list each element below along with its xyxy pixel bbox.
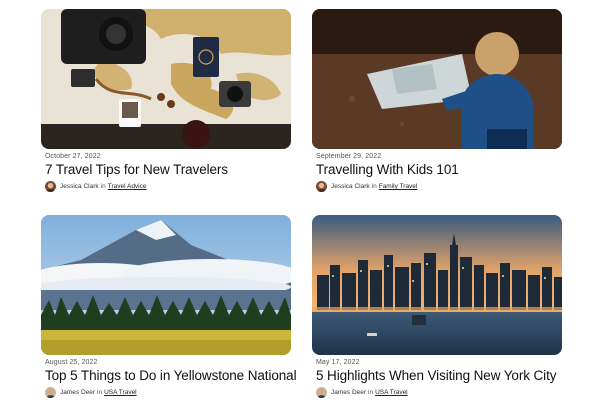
post-author: Jessica Clark bbox=[60, 183, 99, 190]
post-date: August 25, 2022 bbox=[45, 359, 98, 366]
post-meta: James Deer in USA Travel bbox=[316, 387, 562, 398]
post-card: August 25, 2022 Top 5 Things to Do in Ye… bbox=[41, 215, 297, 398]
post-in-text: in bbox=[100, 183, 106, 190]
post-card: October 27, 2022 7 Travel Tips for New T… bbox=[41, 9, 291, 192]
post-category-link[interactable]: Family Travel bbox=[379, 183, 418, 190]
post-card: September 29, 2022 Travelling With Kids … bbox=[312, 9, 562, 192]
avatar bbox=[45, 387, 56, 398]
post-title[interactable]: Travelling With Kids 101 bbox=[316, 162, 562, 177]
post-author: James Deer bbox=[331, 389, 367, 396]
post-title[interactable]: 7 Travel Tips for New Travelers bbox=[45, 162, 291, 177]
post-meta: Jessica Clark in Travel Advice bbox=[45, 181, 291, 192]
post-thumbnail-city-skyline[interactable] bbox=[312, 215, 562, 355]
post-author: Jessica Clark bbox=[331, 183, 370, 190]
post-date: September 29, 2022 bbox=[316, 153, 382, 160]
post-in-text: in bbox=[371, 183, 377, 190]
post-meta: James Deer in USA Travel bbox=[45, 387, 291, 398]
avatar bbox=[316, 181, 327, 192]
post-category-link[interactable]: USA Travel bbox=[104, 389, 137, 396]
post-meta: Jessica Clark in Family Travel bbox=[316, 181, 562, 192]
post-category-link[interactable]: Travel Advice bbox=[108, 183, 147, 190]
avatar bbox=[45, 181, 56, 192]
post-thumbnail-map-camera[interactable] bbox=[41, 9, 291, 149]
post-date: October 27, 2022 bbox=[45, 153, 101, 160]
post-thumbnail-mountain[interactable] bbox=[41, 215, 291, 355]
post-in-text: in bbox=[368, 389, 374, 396]
post-title[interactable]: 5 Highlights When Visiting New York City bbox=[316, 368, 562, 383]
post-in-text: in bbox=[97, 389, 103, 396]
post-date: May 17, 2022 bbox=[316, 359, 360, 366]
post-category-link[interactable]: USA Travel bbox=[375, 389, 408, 396]
post-thumbnail-child-map[interactable] bbox=[312, 9, 562, 149]
post-author: James Deer bbox=[60, 389, 96, 396]
avatar bbox=[316, 387, 327, 398]
post-title[interactable]: Top 5 Things to Do in Yellowstone Nation… bbox=[45, 368, 297, 383]
post-card: May 17, 2022 5 Highlights When Visiting … bbox=[312, 215, 562, 398]
